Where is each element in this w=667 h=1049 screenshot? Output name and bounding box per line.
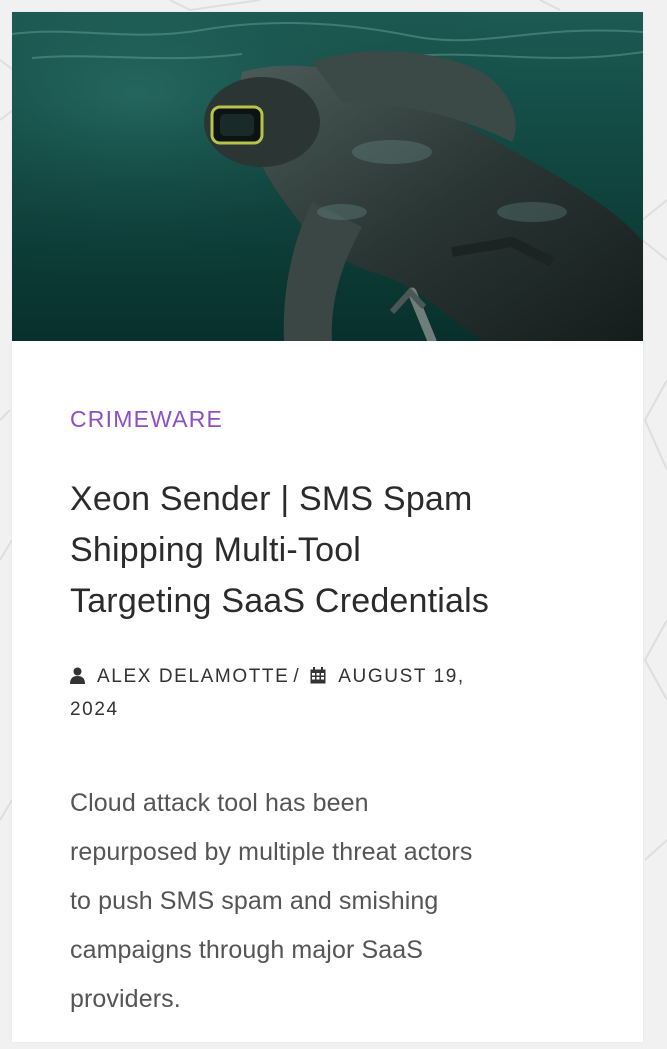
publish-date: AUGUST 19, <box>338 666 465 687</box>
user-icon <box>70 667 85 684</box>
excerpt-line: campaigns through major SaaS <box>70 936 423 964</box>
calendar-icon <box>310 667 326 684</box>
article-hero-image[interactable] <box>12 12 643 341</box>
excerpt-line: repurposed by multiple threat actors <box>70 838 473 866</box>
title-line: Shipping Multi-Tool <box>70 531 362 569</box>
author-link[interactable]: ALEX DELAMOTTE <box>97 666 289 687</box>
excerpt-line: Cloud attack tool has been <box>70 789 369 817</box>
title-line: Xeon Sender | SMS Spam <box>70 480 473 518</box>
article-content: CRIMEWARE Xeon Sender | SMS Spam Shippin… <box>70 404 590 1049</box>
category-link[interactable]: CRIMEWARE <box>70 404 223 434</box>
article-card[interactable]: CRIMEWARE Xeon Sender | SMS Spam Shippin… <box>12 12 643 1042</box>
excerpt-line: to push SMS spam and smishing <box>70 887 439 915</box>
diver-photo <box>12 12 643 341</box>
meta-separator: / <box>293 666 301 687</box>
publish-date-year: 2024 <box>70 699 119 720</box>
article-excerpt: Cloud attack tool has been repurposed by… <box>70 779 590 1024</box>
article-title[interactable]: Xeon Sender | SMS Spam Shipping Multi-To… <box>70 474 590 627</box>
title-line: Targeting SaaS Credentials <box>70 582 490 620</box>
article-meta: ALEX DELAMOTTE / AUGUST 19, 2024 <box>70 660 590 726</box>
excerpt-line: providers. <box>70 985 181 1013</box>
